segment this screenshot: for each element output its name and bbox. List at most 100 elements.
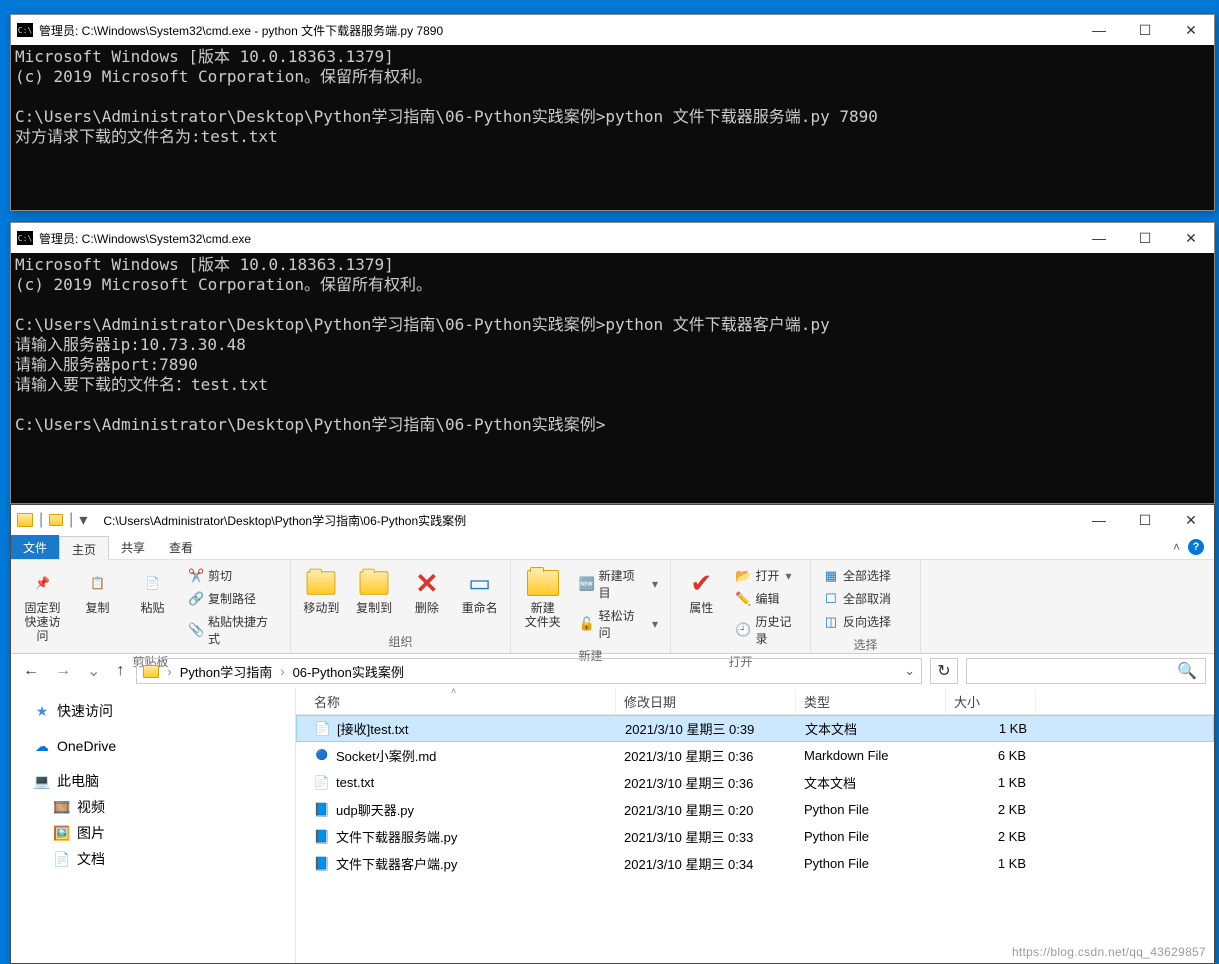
file-icon	[314, 802, 330, 818]
open-button[interactable]: 📂打开▾	[732, 565, 802, 586]
recent-dropdown[interactable]: ⌄	[83, 661, 104, 681]
tree-onedrive[interactable]: ☁OneDrive	[27, 734, 295, 758]
minimize-button[interactable]: —	[1076, 15, 1122, 45]
history-button[interactable]: 🕘历史记录	[732, 611, 802, 649]
tree-quick-access[interactable]: ★快速访问	[27, 698, 295, 724]
terminal-output[interactable]: Microsoft Windows [版本 10.0.18363.1379] (…	[11, 253, 1214, 503]
titlebar[interactable]: C:\ 管理员: C:\Windows\System32\cmd.exe - p…	[11, 15, 1214, 45]
watermark: https://blog.csdn.net/qq_43629857	[1012, 945, 1206, 959]
file-row[interactable]: [接收]test.txt2021/3/10 星期三 0:39文本文档1 KB	[296, 715, 1214, 742]
close-button[interactable]: ✕	[1168, 223, 1214, 253]
pin-to-quick-access-button[interactable]: 📌固定到快速访问	[17, 563, 68, 647]
maximize-button[interactable]: ☐	[1122, 15, 1168, 45]
paste-button[interactable]: 📄粘贴	[127, 563, 178, 619]
tree-documents[interactable]: 📄文档	[27, 846, 295, 872]
forward-button[interactable]: →	[51, 662, 75, 680]
refresh-button[interactable]: ↻	[930, 658, 958, 684]
rename-button[interactable]: ▭重命名	[455, 563, 504, 619]
file-row[interactable]: udp聊天器.py2021/3/10 星期三 0:20Python File2 …	[296, 796, 1214, 823]
move-to-button[interactable]: 移动到	[297, 563, 346, 619]
titlebar[interactable]: C:\ 管理员: C:\Windows\System32\cmd.exe — ☐…	[11, 223, 1214, 253]
file-name: [接收]test.txt	[337, 719, 409, 738]
file-size: 2 KB	[954, 829, 1044, 844]
new-item-button[interactable]: 🆕新建项目▾	[575, 565, 662, 603]
nav-bar: ← → ⌄ ↑ › Python学习指南 › 06-Python实践案例 ⌄ ↻…	[11, 654, 1214, 688]
ribbon-tabs: 文件 主页 共享 查看 ˄ ?	[11, 535, 1214, 559]
tab-home[interactable]: 主页	[59, 536, 109, 560]
column-headers[interactable]: 名称 修改日期 类型 大小 ˄	[296, 688, 1214, 715]
group-label: 组织	[297, 631, 504, 653]
qat-dropdown-icon[interactable]: ▾	[79, 510, 87, 530]
file-name: udp聊天器.py	[336, 800, 414, 819]
address-dropdown-icon[interactable]: ⌄	[904, 663, 915, 679]
explorer-window: | | ▾ C:\Users\Administrator\Desktop\Pyt…	[10, 504, 1215, 964]
maximize-button[interactable]: ☐	[1122, 505, 1168, 535]
maximize-button[interactable]: ☐	[1122, 223, 1168, 253]
file-name: Socket小案例.md	[336, 746, 436, 765]
cmd-icon: C:\	[17, 23, 33, 37]
file-row[interactable]: Socket小案例.md2021/3/10 星期三 0:36Markdown F…	[296, 742, 1214, 769]
edit-button[interactable]: ✏️编辑	[732, 588, 802, 609]
col-date[interactable]: 修改日期	[616, 688, 796, 714]
easy-access-button[interactable]: 🔓轻松访问▾	[575, 605, 662, 643]
search-input[interactable]: 🔍	[966, 658, 1206, 684]
col-type[interactable]: 类型	[796, 688, 946, 714]
file-row[interactable]: 文件下载器客户端.py2021/3/10 星期三 0:34Python File…	[296, 850, 1214, 877]
tree-videos[interactable]: 🎞️视频	[27, 794, 295, 820]
close-button[interactable]: ✕	[1168, 505, 1214, 535]
invert-selection-button[interactable]: ◫反向选择	[819, 611, 895, 632]
paste-shortcut-button[interactable]: 📎粘贴快捷方式	[184, 611, 282, 649]
file-type: 文本文档	[804, 773, 954, 792]
file-name: test.txt	[336, 775, 374, 790]
tab-share[interactable]: 共享	[109, 535, 157, 559]
terminal-output[interactable]: Microsoft Windows [版本 10.0.18363.1379] (…	[11, 45, 1214, 210]
delete-button[interactable]: ✕删除	[403, 563, 452, 619]
select-all-button[interactable]: ▦全部选择	[819, 565, 895, 586]
file-icon	[315, 721, 331, 737]
chevron-icon[interactable]: ›	[167, 664, 171, 679]
address-bar[interactable]: › Python学习指南 › 06-Python实践案例 ⌄	[136, 658, 922, 684]
tab-file[interactable]: 文件	[11, 535, 59, 559]
copy-path-button[interactable]: 🔗复制路径	[184, 588, 282, 609]
close-button[interactable]: ✕	[1168, 15, 1214, 45]
select-none-button[interactable]: ☐全部取消	[819, 588, 895, 609]
file-icon	[314, 856, 330, 872]
divider: |	[39, 511, 43, 529]
up-button[interactable]: ↑	[112, 662, 128, 680]
chevron-icon[interactable]: ›	[280, 664, 284, 679]
window-title: C:\Users\Administrator\Desktop\Python学习指…	[103, 512, 1076, 529]
file-date: 2021/3/10 星期三 0:36	[624, 746, 804, 765]
minimize-button[interactable]: —	[1076, 223, 1122, 253]
file-row[interactable]: test.txt2021/3/10 星期三 0:36文本文档1 KB	[296, 769, 1214, 796]
tab-view[interactable]: 查看	[157, 535, 205, 559]
breadcrumb-item[interactable]: 06-Python实践案例	[293, 662, 404, 681]
titlebar[interactable]: | | ▾ C:\Users\Administrator\Desktop\Pyt…	[11, 505, 1214, 535]
file-type: Python File	[804, 856, 954, 871]
divider: |	[69, 511, 73, 529]
copy-to-button[interactable]: 复制到	[350, 563, 399, 619]
file-name: 文件下载器服务端.py	[336, 827, 457, 846]
tree-pictures[interactable]: 🖼️图片	[27, 820, 295, 846]
copy-button[interactable]: 📋复制	[72, 563, 123, 619]
file-list: 名称 修改日期 类型 大小 ˄ [接收]test.txt2021/3/10 星期…	[296, 688, 1214, 963]
col-name[interactable]: 名称	[306, 688, 616, 714]
properties-button[interactable]: ✔属性	[677, 563, 726, 619]
folder-icon	[17, 513, 33, 527]
collapse-ribbon-icon[interactable]: ˄	[1173, 540, 1180, 554]
folder-icon	[143, 665, 159, 678]
cut-button[interactable]: ✂️剪切	[184, 565, 282, 586]
file-row[interactable]: 文件下载器服务端.py2021/3/10 星期三 0:33Python File…	[296, 823, 1214, 850]
breadcrumb-item[interactable]: Python学习指南	[180, 662, 272, 681]
window-title: 管理员: C:\Windows\System32\cmd.exe - pytho…	[39, 22, 1076, 39]
tree-this-pc[interactable]: 💻此电脑	[27, 768, 295, 794]
file-size: 2 KB	[954, 802, 1044, 817]
search-icon: 🔍	[1177, 661, 1197, 681]
back-button[interactable]: ←	[19, 662, 43, 680]
cmd-window-server: C:\ 管理员: C:\Windows\System32\cmd.exe - p…	[10, 14, 1215, 211]
help-icon[interactable]: ?	[1188, 539, 1204, 555]
col-size[interactable]: 大小	[946, 688, 1036, 714]
new-folder-button[interactable]: 新建 文件夹	[517, 563, 569, 633]
navigation-tree[interactable]: ★快速访问 ☁OneDrive 💻此电脑 🎞️视频 🖼️图片 📄文档	[11, 688, 296, 963]
qat-folder-icon[interactable]	[49, 514, 63, 526]
minimize-button[interactable]: —	[1076, 505, 1122, 535]
